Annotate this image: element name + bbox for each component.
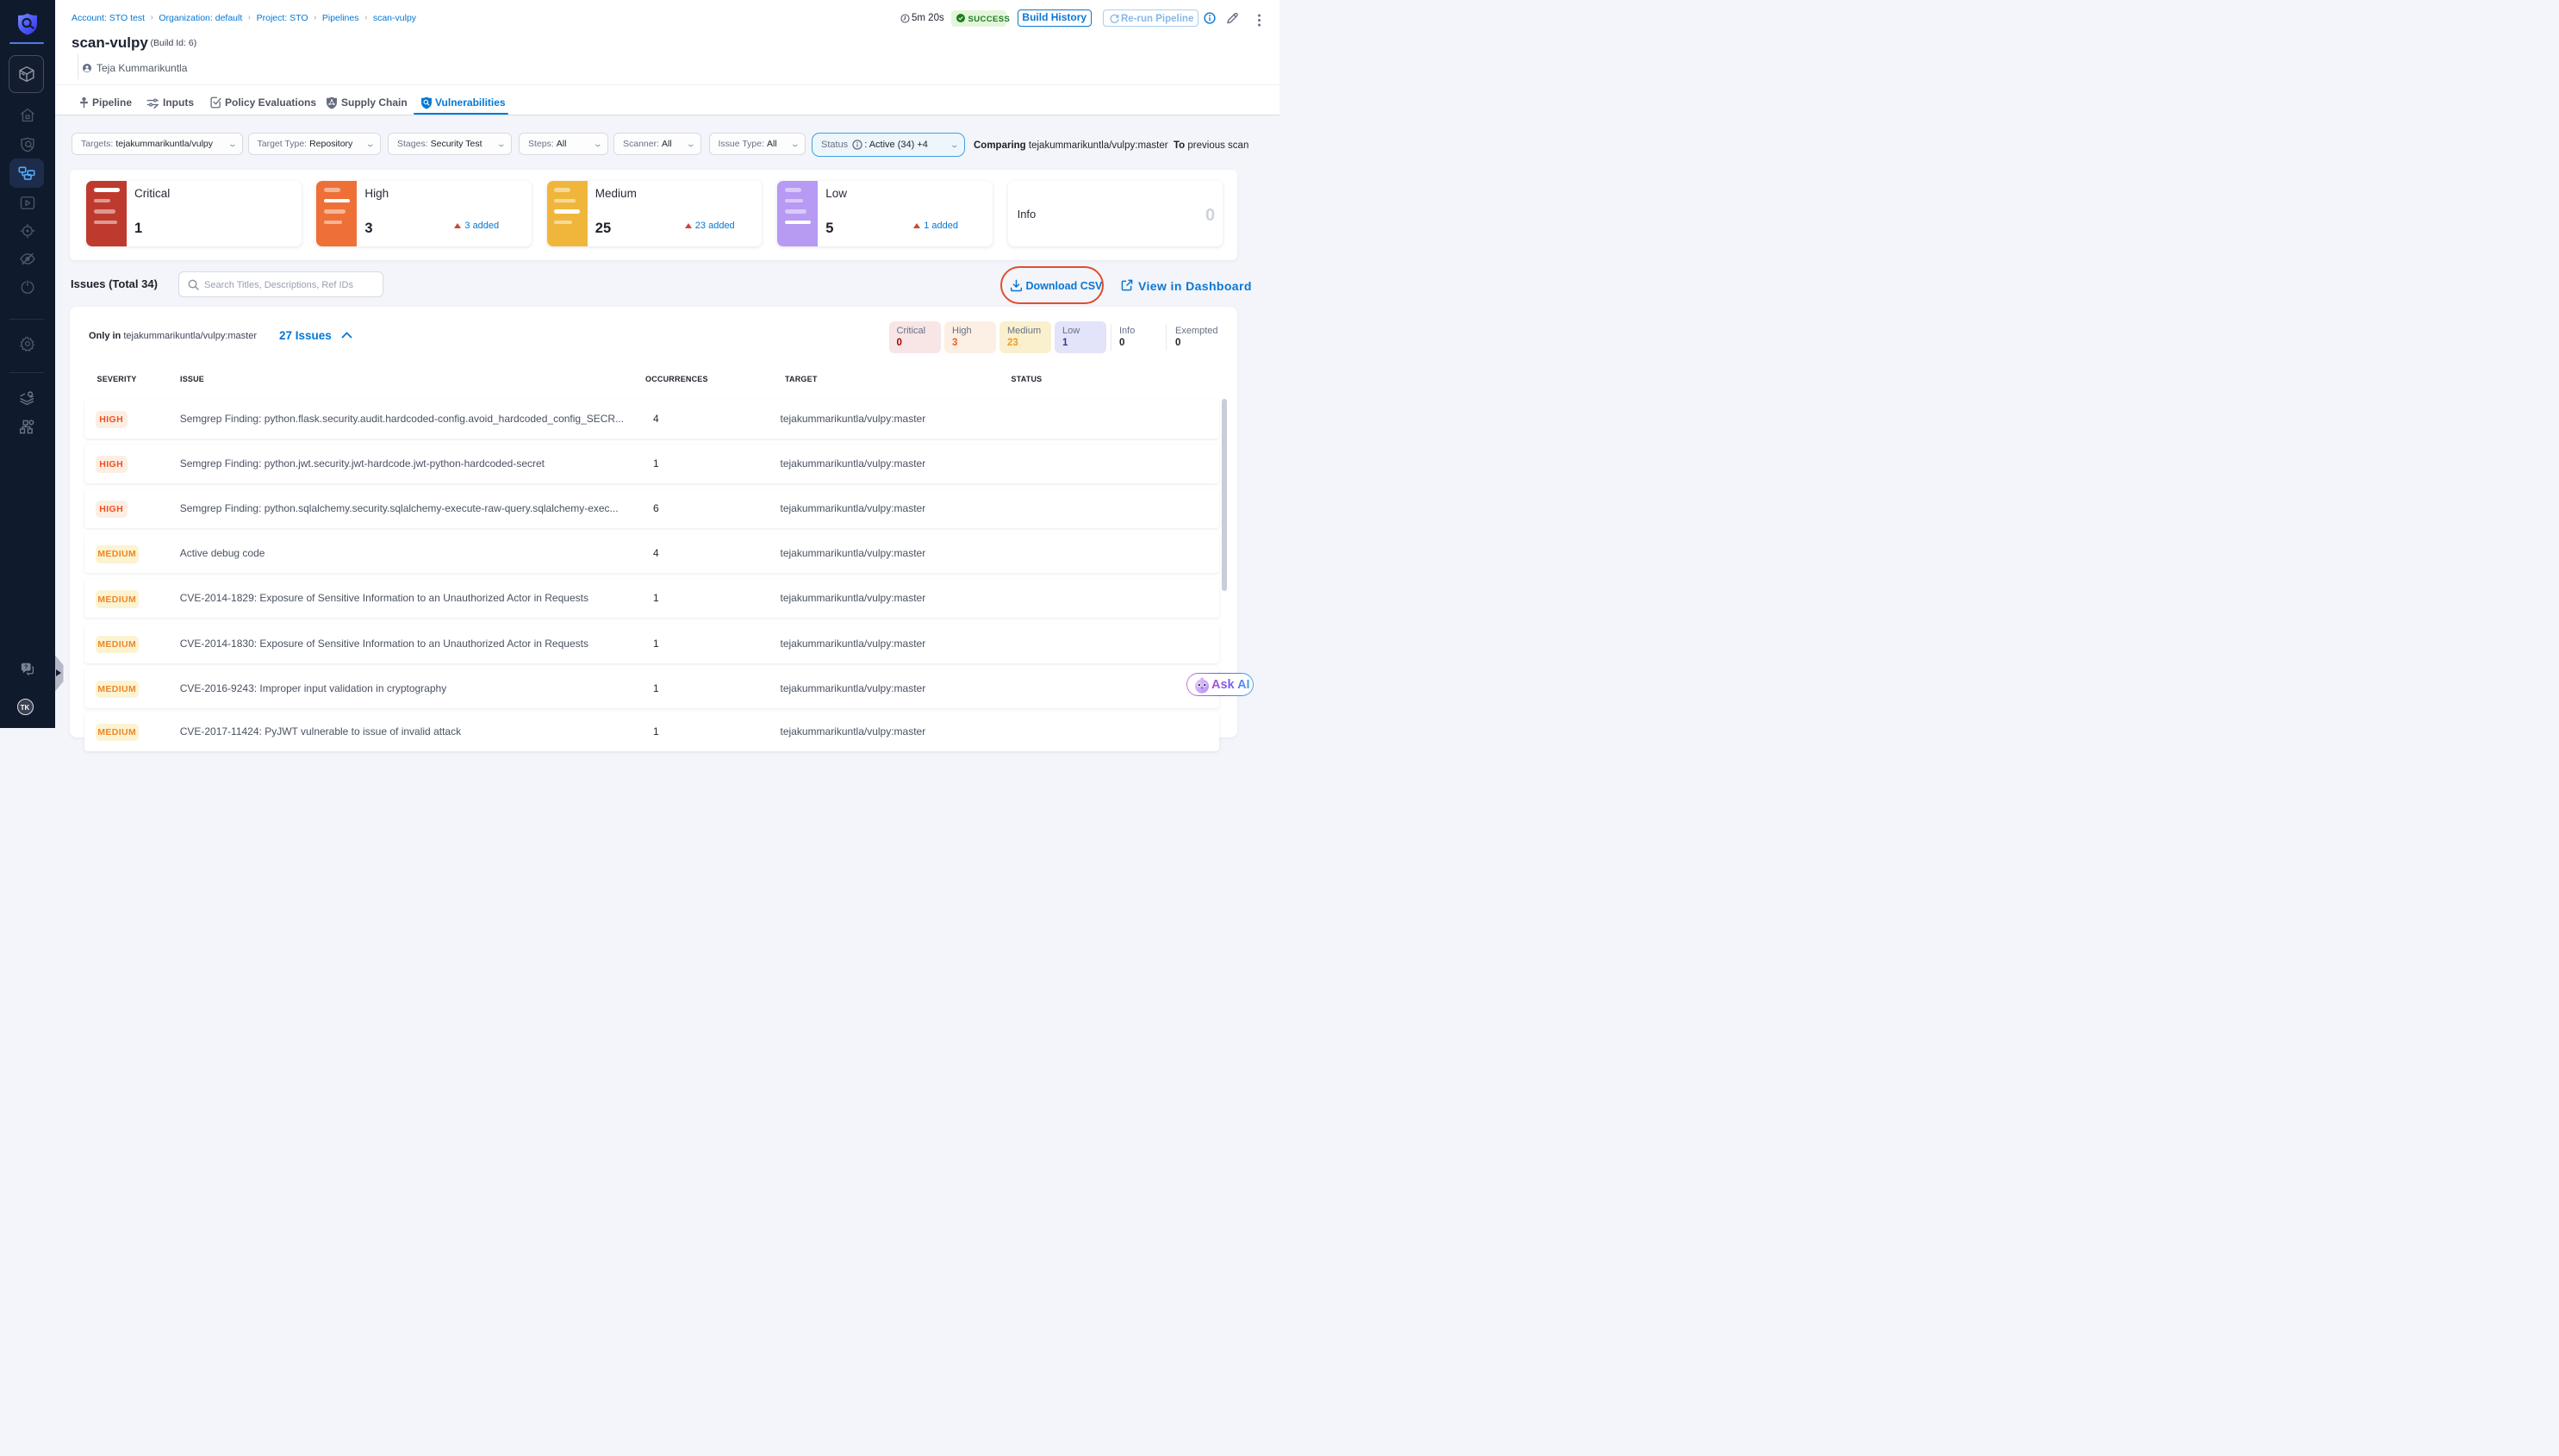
svg-text:?: ? [23,663,27,671]
